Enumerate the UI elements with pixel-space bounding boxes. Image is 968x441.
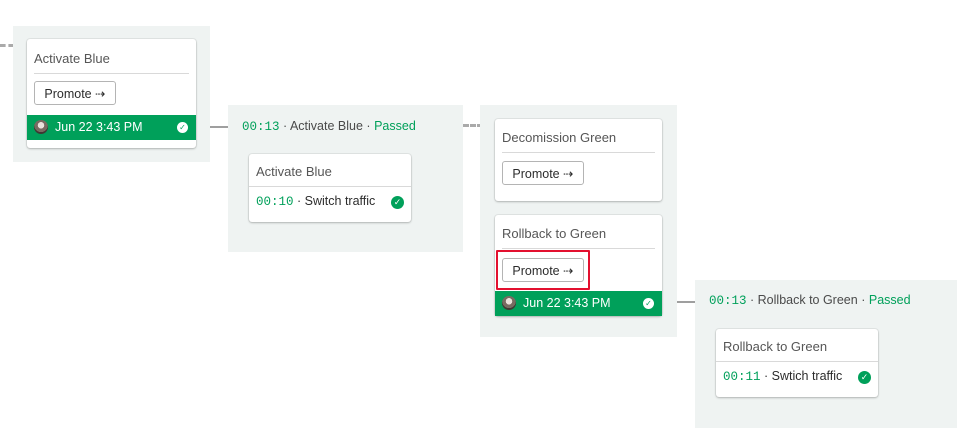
block-card: Activate Blue 00:10 · Switch traffic ✓ (249, 154, 411, 222)
job-item[interactable]: 00:11 · Swtich traffic (723, 369, 842, 384)
pipeline-duration: 00:13 (242, 120, 280, 134)
job-name: Switch traffic (304, 194, 376, 208)
promotion-run-bar[interactable]: Jun 22 3:43 PM ✓ (27, 115, 196, 140)
separator: · (283, 119, 288, 133)
divider (716, 361, 878, 362)
promotion-card-rollback: Rollback to Green Promote ⇢ Jun 22 3:43 … (495, 215, 662, 316)
pipeline-panel-rollback: 00:13 · Rollback to Green · Passed Rollb… (695, 280, 957, 428)
pipeline-result: Passed (868, 293, 911, 307)
divider (502, 152, 655, 153)
divider (502, 248, 655, 249)
separator: · (366, 119, 371, 133)
promote-button[interactable]: Promote ⇢ (34, 81, 116, 105)
pipeline-status[interactable]: 00:13 · Rollback to Green · Passed (709, 293, 911, 308)
job-duration: 00:11 (723, 370, 761, 384)
run-date: Jun 22 3:43 PM (523, 296, 611, 310)
selection-highlight (496, 250, 590, 290)
incoming-connector (0, 44, 14, 47)
promotion-run-bar[interactable]: Jun 22 3:43 PM ✓ (495, 291, 662, 316)
separator: · (297, 194, 302, 208)
avatar (502, 296, 516, 310)
promotion-panel-activate-blue: Activate Blue Promote ⇢ Jun 22 3:43 PM ✓ (13, 26, 210, 162)
pipeline-duration: 00:13 (709, 294, 747, 308)
avatar (34, 120, 48, 134)
check-icon: ✓ (858, 371, 871, 384)
separator: · (764, 369, 769, 383)
promotion-panel-green: Decomission Green Promote ⇢ Rollback to … (480, 105, 677, 337)
promote-button[interactable]: Promote ⇢ (502, 161, 584, 185)
divider (34, 73, 189, 74)
separator: · (861, 293, 866, 307)
pipeline-panel-activate-blue: 00:13 · Activate Blue · Passed Activate … (228, 105, 463, 252)
pipeline-name: Activate Blue (289, 119, 363, 133)
promotion-title: Rollback to Green (502, 226, 607, 241)
block-title: Rollback to Green (723, 339, 828, 354)
promotion-card: Activate Blue Promote ⇢ Jun 22 3:43 PM ✓ (27, 39, 196, 148)
run-date: Jun 22 3:43 PM (55, 120, 143, 134)
promotion-card-decomission: Decomission Green Promote ⇢ (495, 119, 662, 201)
block-title: Activate Blue (256, 164, 332, 179)
pipeline-result: Passed (374, 119, 416, 133)
promotion-title: Activate Blue (34, 51, 110, 66)
block-card: Rollback to Green 00:11 · Swtich traffic… (716, 329, 878, 397)
check-icon: ✓ (643, 298, 654, 309)
pipeline-name: Rollback to Green (757, 293, 858, 307)
pipeline-status[interactable]: 00:13 · Activate Blue · Passed (242, 119, 416, 134)
separator: · (750, 293, 755, 307)
job-duration: 00:10 (256, 195, 294, 209)
check-icon: ✓ (177, 122, 188, 133)
job-name: Swtich traffic (771, 369, 843, 383)
promotion-title: Decomission Green (502, 130, 617, 145)
job-item[interactable]: 00:10 · Switch traffic (256, 194, 375, 209)
divider (249, 186, 411, 187)
check-icon: ✓ (391, 196, 404, 209)
